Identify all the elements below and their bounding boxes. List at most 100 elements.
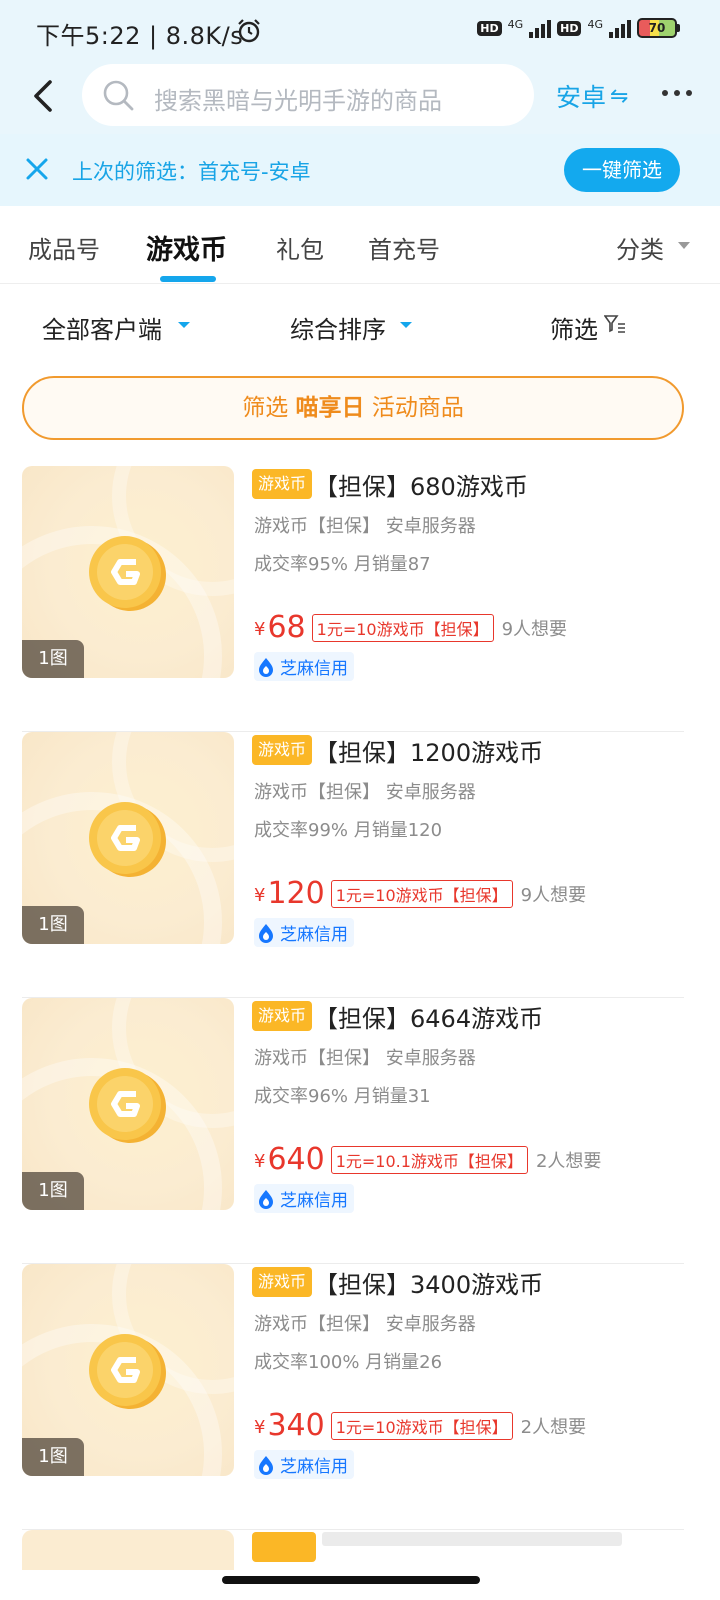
home-indicator[interactable] [222,1576,480,1584]
game-coin-icon [89,1334,166,1409]
sesame-credit-icon [259,1189,273,1209]
image-count-badge: 1图 [22,640,84,678]
client-filter-dropdown[interactable]: 全部客户端 [42,310,162,345]
back-arrow-icon[interactable] [28,76,60,116]
credit-text: 芝麻信用 [280,925,348,945]
more-icon[interactable] [662,90,692,96]
credit-badge: 芝麻信用 [254,1184,354,1213]
product-title: 【担保】6464游戏币 [314,1004,544,1033]
hd-badge-2: HD [557,20,582,36]
battery-icon: 70 [637,18,680,38]
game-coin-icon [89,536,166,611]
credit-badge: 芝麻信用 [254,652,354,681]
product-item[interactable]: 1图 游戏币 【担保】1200游戏币 游戏币【担保】 安卓服务器 成交率99% … [22,732,684,998]
product-thumbnail[interactable]: 1图 [22,998,234,1210]
product-title-partial [322,1532,622,1546]
product-title: 【担保】680游戏币 [314,472,528,501]
network-type: 4G [507,18,524,31]
exchange-rate-tag: 1元=10游戏币【担保】 [311,613,494,642]
sesame-credit-icon [259,657,273,677]
product-info: 游戏币 【担保】680游戏币 游戏币【担保】 安卓服务器 成交率95% 月销量8… [252,466,684,681]
image-count-badge: 1图 [22,1438,84,1476]
swap-icon: ⇋ [610,83,629,109]
category-dropdown[interactable]: 分类 [616,230,664,265]
hd-badge: HD [477,20,502,36]
product-thumbnail[interactable]: 1图 [22,732,234,944]
category-badge: 游戏币 [252,735,313,765]
sesame-credit-icon [259,1455,273,1475]
activity-filter-banner[interactable]: 筛选 喵享日 活动商品 [22,376,684,440]
product-item[interactable]: 1图 游戏币 【担保】680游戏币 游戏币【担保】 安卓服务器 成交率95% 月… [22,466,684,732]
chevron-down-icon [678,242,690,249]
active-tab-indicator [160,276,216,282]
game-coin-icon [89,802,166,877]
platform-switch[interactable]: 安卓 ⇋ [556,78,628,114]
image-count-badge: 1图 [22,906,84,944]
status-time: 下午5:22 | 8.8K/s [36,22,244,50]
tab-finished-account[interactable]: 成品号 [28,230,100,265]
sort-order-dropdown[interactable]: 综合排序 [290,310,386,345]
platform-label: 安卓 [556,83,607,112]
credit-text: 芝麻信用 [280,1457,348,1477]
filter-button[interactable]: 筛选 [550,310,598,345]
want-count: 9人想要 [520,884,587,906]
battery-level: 70 [637,18,677,38]
currency-symbol: ¥ [254,1151,266,1172]
exchange-rate-tag: 1元=10.1游戏币【担保】 [330,1145,528,1174]
client-caret-icon [178,322,190,328]
product-title: 【担保】1200游戏币 [314,738,544,767]
category-tabs: 成品号 游戏币 礼包 首充号 分类 [0,206,720,284]
currency-symbol: ¥ [254,619,266,640]
tab-game-currency[interactable]: 游戏币 [146,228,227,267]
product-info: 游戏币 【担保】3400游戏币 游戏币【担保】 安卓服务器 成交率100% 月销… [252,1264,684,1479]
product-item-partial[interactable] [22,1530,684,1570]
search-icon [103,80,134,111]
product-price: 640 [267,1142,325,1177]
want-count: 9人想要 [501,618,568,640]
product-price: 120 [267,876,325,911]
close-icon[interactable] [24,156,50,182]
status-bar: 下午5:22 | 8.8K/s HD 4G HD 4G 70 [0,0,720,60]
product-stats: 成交率95% 月销量87 [254,554,431,575]
search-placeholder: 搜索黑暗与光明手游的商品 [154,87,442,115]
category-badge: 游戏币 [252,1001,313,1031]
product-item[interactable]: 1图 游戏币 【担保】3400游戏币 游戏币【担保】 安卓服务器 成交率100%… [22,1264,684,1530]
last-filter-banner: 上次的筛选：首充号-安卓 一键筛选 [0,134,720,206]
category-badge: 游戏币 [252,469,313,499]
product-price: 340 [267,1408,325,1443]
credit-text: 芝麻信用 [280,1191,348,1211]
product-thumbnail[interactable]: 1图 [22,1264,234,1476]
image-count-badge: 1图 [22,1172,84,1210]
product-stats: 成交率99% 月销量120 [254,820,443,841]
want-count: 2人想要 [535,1150,602,1172]
search-input[interactable]: 搜索黑暗与光明手游的商品 [82,64,534,126]
category-badge: 游戏币 [252,1267,313,1297]
product-title: 【担保】3400游戏币 [314,1270,544,1299]
product-thumbnail-partial [22,1530,234,1570]
currency-symbol: ¥ [254,1417,266,1438]
tab-first-charge[interactable]: 首充号 [368,230,440,265]
product-thumbnail[interactable]: 1图 [22,466,234,678]
sort-bar: 全部客户端 综合排序 筛选 [0,284,720,368]
product-price: 68 [267,610,306,645]
signal-icon [529,18,552,38]
product-subtitle: 游戏币【担保】 安卓服务器 [254,516,476,537]
product-info: 游戏币 【担保】6464游戏币 游戏币【担保】 安卓服务器 成交率96% 月销量… [252,998,684,1213]
sort-caret-icon [400,322,412,328]
credit-badge: 芝麻信用 [254,1450,354,1479]
credit-text: 芝麻信用 [280,659,348,679]
tab-gift-pack[interactable]: 礼包 [276,230,324,265]
product-item[interactable]: 1图 游戏币 【担保】6464游戏币 游戏币【担保】 安卓服务器 成交率96% … [22,998,684,1264]
activity-suffix: 活动商品 [371,395,464,421]
exchange-rate-tag: 1元=10游戏币【担保】 [330,879,513,908]
one-click-filter-button[interactable]: 一键筛选 [564,148,680,192]
exchange-rate-tag: 1元=10游戏币【担保】 [330,1411,513,1440]
credit-badge: 芝麻信用 [254,918,354,947]
activity-highlight: 喵享日 [295,395,365,421]
product-subtitle: 游戏币【担保】 安卓服务器 [254,1314,476,1335]
currency-symbol: ¥ [254,885,266,906]
sesame-credit-icon [259,923,273,943]
product-subtitle: 游戏币【担保】 安卓服务器 [254,1048,476,1069]
category-badge-partial [252,1532,316,1562]
want-count: 2人想要 [520,1416,587,1438]
